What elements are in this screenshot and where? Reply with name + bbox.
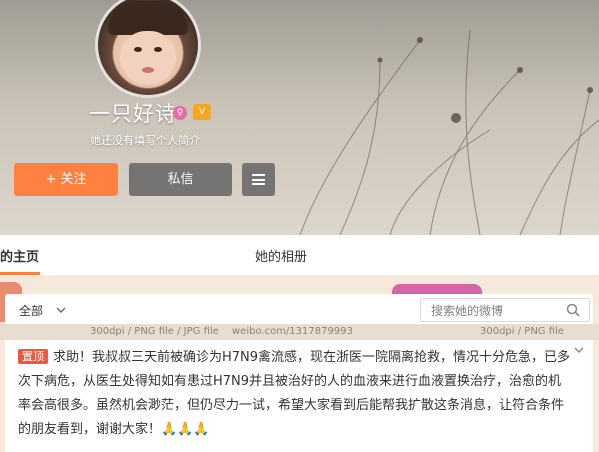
chevron-down-icon[interactable] — [55, 304, 67, 316]
profile-username: 一只好诗 — [89, 102, 177, 126]
search-placeholder: 搜索她的微博 — [431, 304, 504, 318]
watermark-text: 300dpi / PNG file / JPG file — [90, 326, 219, 337]
search-icon[interactable] — [565, 302, 581, 318]
tab-album[interactable]: 她的相册 — [255, 246, 307, 265]
avatar-face — [120, 31, 176, 85]
profile-cover: 一只好诗 ♀ V 她还没有填写个人简介 + 关注 私信 — [0, 0, 599, 235]
post-options-chevron-icon[interactable] — [573, 344, 585, 356]
feed-filter-bar: 全部 搜索她的微博 — [5, 294, 593, 324]
tab-home[interactable]: 的主页 — [0, 246, 39, 265]
more-menu-button[interactable] — [242, 163, 275, 196]
watermark-strip: 300dpi / PNG file / JPG file weibo.com/1… — [0, 324, 599, 340]
female-icon: ♀ — [173, 106, 187, 120]
avatar-mouth — [142, 67, 154, 73]
filter-dropdown-label[interactable]: 全部 — [19, 302, 43, 319]
post-body: 置顶 求助！我叔叔三天前被确诊为H7N9禽流感，现在浙医一院隔离抢救，情况十分危急… — [18, 346, 574, 442]
pinned-badge: 置顶 — [18, 349, 48, 364]
pray-emoji: 🙏🙏🙏 — [161, 422, 210, 437]
profile-tabs: 的主页 她的相册 — [0, 235, 599, 276]
profile-bio: 她还没有填写个人简介 — [90, 134, 200, 147]
avatar-hair — [108, 1, 188, 35]
active-tab-indicator — [0, 272, 40, 275]
watermark-url: weibo.com/1317879993 — [232, 326, 353, 337]
post-text: 求助！我叔叔三天前被确诊为H7N9禽流感，现在浙医一院隔离抢救，情况十分危急，已… — [18, 350, 571, 437]
follow-button[interactable]: + 关注 — [14, 163, 118, 196]
message-button[interactable]: 私信 — [129, 163, 232, 196]
watermark-text: 300dpi / PNG file — [480, 326, 564, 337]
avatar-left-eye — [134, 47, 142, 52]
search-input[interactable]: 搜索她的微博 — [420, 298, 590, 322]
avatar-right-eye — [154, 47, 162, 52]
vip-badge-icon[interactable]: V — [193, 104, 211, 120]
menu-icon — [252, 174, 265, 185]
pinned-post: 置顶 求助！我叔叔三天前被确诊为H7N9禽流感，现在浙医一院隔离抢救，情况十分危急… — [5, 340, 593, 452]
